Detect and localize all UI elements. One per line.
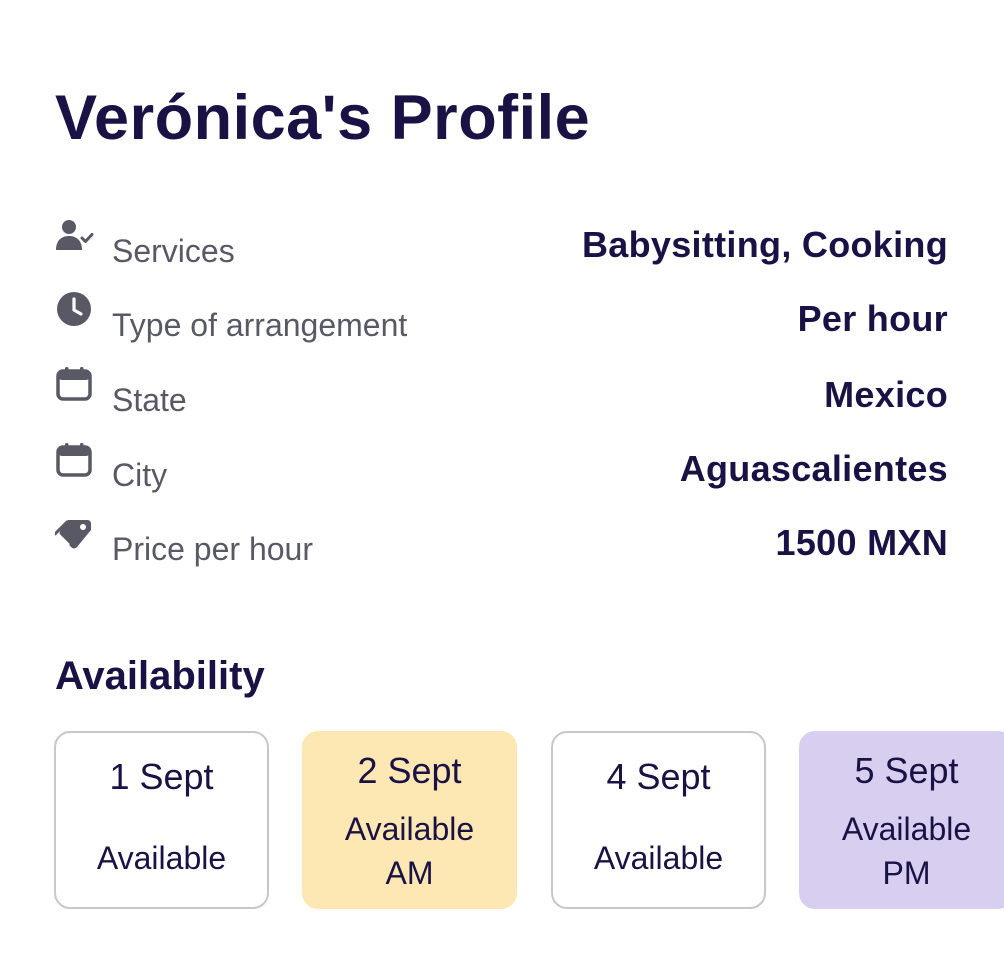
detail-value: Babysitting, Cooking <box>582 224 948 265</box>
clock-icon <box>55 290 95 330</box>
availability-day-card[interactable]: 1 Sept Available <box>54 731 269 909</box>
user-check-icon <box>55 216 95 256</box>
day-status: Available <box>96 840 227 876</box>
day-date: 4 Sept <box>606 756 711 797</box>
day-date: 1 Sept <box>109 756 214 797</box>
day-status: Available PM <box>841 811 972 891</box>
availability-title: Availability <box>55 654 265 698</box>
detail-value: 1500 MXN <box>775 522 948 563</box>
detail-label: City <box>112 457 168 493</box>
detail-label: Type of arrangement <box>112 307 408 343</box>
detail-row-price: Price per hour 1500 MXN <box>55 510 948 570</box>
detail-row-services: Services Babysitting, Cooking <box>55 212 948 272</box>
detail-row-arrangement: Type of arrangement Per hour <box>55 286 948 346</box>
page-title: Verónica's Profile <box>55 83 591 153</box>
availability-day-card[interactable]: 2 Sept Available AM <box>302 731 517 909</box>
day-status: Available AM <box>344 811 475 891</box>
detail-row-state: State Mexico <box>55 360 948 420</box>
calendar-icon <box>55 440 95 480</box>
detail-row-city: City Aguascalientes <box>55 436 948 496</box>
day-date: 5 Sept <box>854 750 959 791</box>
detail-value: Per hour <box>797 298 948 339</box>
detail-label: Services <box>112 233 235 269</box>
day-date: 2 Sept <box>357 750 462 791</box>
price-tag-icon <box>55 514 95 554</box>
availability-list[interactable]: 1 Sept Available 2 Sept Available AM 4 S… <box>54 731 1004 911</box>
detail-value: Mexico <box>824 374 948 415</box>
day-status: Available <box>593 840 724 876</box>
detail-label: Price per hour <box>112 531 313 567</box>
detail-label: State <box>112 382 187 418</box>
availability-day-card[interactable]: 4 Sept Available <box>551 731 766 909</box>
availability-day-card[interactable]: 5 Sept Available PM <box>799 731 1004 909</box>
calendar-icon <box>55 364 95 404</box>
detail-value: Aguascalientes <box>679 448 948 489</box>
